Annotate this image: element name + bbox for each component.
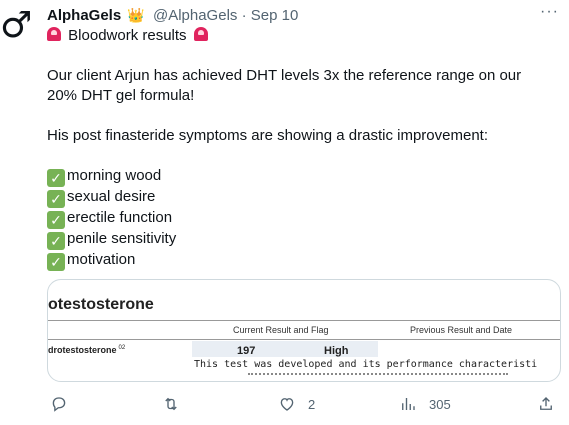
reply-button[interactable] xyxy=(50,392,68,416)
views-count: 305 xyxy=(429,396,451,412)
retweet-button[interactable] xyxy=(162,392,180,416)
result-value: 197 xyxy=(237,345,256,357)
headline-line: Bloodwork results xyxy=(47,26,557,46)
heart-icon xyxy=(280,398,294,411)
checklist-label: erectile function xyxy=(67,209,173,226)
cut-off-text xyxy=(248,373,508,380)
column-header-previous: Previous Result and Date xyxy=(410,325,513,335)
lab-report-title: otestosterone xyxy=(48,296,154,313)
views-icon xyxy=(402,398,415,410)
result-highlight xyxy=(192,341,378,357)
checklist-item: ✓ motivation xyxy=(47,250,557,271)
result-flag: High xyxy=(324,345,349,357)
checklist-item: ✓ morning wood xyxy=(47,166,557,187)
test-name: drotestosterone 02 xyxy=(48,345,126,355)
user-handle[interactable]: @AlphaGels xyxy=(153,7,237,24)
check-mark-icon: ✓ xyxy=(47,232,65,250)
paragraph-line: His post finasteride symptoms are showin… xyxy=(47,127,489,144)
check-mark-icon: ✓ xyxy=(47,169,65,187)
tweet-date[interactable]: Sep 10 xyxy=(251,7,299,24)
check-mark-icon: ✓ xyxy=(47,253,65,271)
separator-dot: · xyxy=(241,7,247,24)
crown-icon: 👑 xyxy=(127,7,145,23)
checklist-item: ✓ penile sensitivity xyxy=(47,229,557,250)
reply-icon xyxy=(52,397,66,412)
tweet-header: AlphaGels 👑 @AlphaGels · Sep 10 xyxy=(47,5,569,25)
share-button[interactable] xyxy=(537,392,555,416)
avatar[interactable]: ♂ xyxy=(0,6,32,46)
siren-icon xyxy=(193,27,208,41)
check-mark-icon: ✓ xyxy=(47,211,65,229)
tweet-body: Bloodwork results Our client Arjun has a… xyxy=(47,26,557,271)
divider xyxy=(48,339,560,340)
checklist-label: motivation xyxy=(67,251,136,268)
more-options-icon[interactable]: ··· xyxy=(540,3,559,21)
action-bar: 2 305 xyxy=(47,392,562,416)
paragraph-line: 20% DHT gel formula! xyxy=(47,87,195,104)
share-icon xyxy=(540,397,552,410)
views-button[interactable]: 305 xyxy=(399,392,451,416)
paragraph-line: Our client Arjun has achieved DHT levels… xyxy=(47,67,522,84)
retweet-icon xyxy=(165,397,177,411)
media-image[interactable]: otestosterone Current Result and Flag Pr… xyxy=(47,279,561,382)
checklist-label: penile sensitivity xyxy=(67,230,177,247)
checklist-label: morning wood xyxy=(67,167,162,184)
like-button[interactable]: 2 xyxy=(278,392,315,416)
column-header-current: Current Result and Flag xyxy=(233,325,329,335)
headline-text: Bloodwork results xyxy=(68,27,187,44)
siren-icon xyxy=(47,27,61,41)
divider xyxy=(48,320,560,321)
like-count: 2 xyxy=(308,396,316,412)
checklist-item: ✓ sexual desire xyxy=(47,187,557,208)
checklist-item: ✓ erectile function xyxy=(47,208,557,229)
checklist-label: sexual desire xyxy=(67,188,156,205)
check-mark-icon: ✓ xyxy=(47,190,65,208)
test-note: This test was developed and its performa… xyxy=(194,359,538,370)
display-name[interactable]: AlphaGels xyxy=(47,7,121,24)
